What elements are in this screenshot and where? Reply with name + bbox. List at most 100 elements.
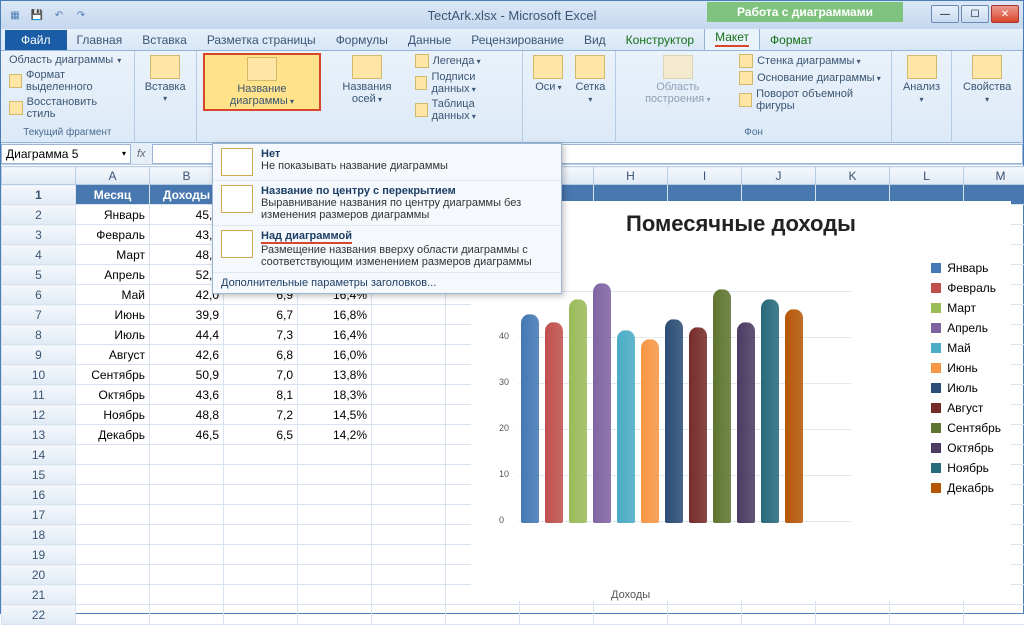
chart-title-icon <box>247 57 277 81</box>
data-table-button[interactable]: Таблица данных <box>413 97 517 123</box>
gridlines-icon <box>575 55 605 79</box>
tab-layout[interactable]: Макет <box>704 26 760 50</box>
floor-icon <box>739 71 753 85</box>
group-label-selection: Текущий фрагмент <box>7 127 128 141</box>
tab-review[interactable]: Рецензирование <box>461 30 574 50</box>
data-labels-button[interactable]: Подписи данных <box>413 70 517 96</box>
analysis-icon <box>907 55 937 79</box>
col-header[interactable]: I <box>668 167 742 185</box>
axis-titles-button[interactable]: Названия осей <box>325 53 408 107</box>
col-header[interactable]: K <box>816 167 890 185</box>
bar-3[interactable] <box>593 283 611 523</box>
wall-icon <box>739 54 753 68</box>
undo-icon[interactable]: ↶ <box>51 7 67 23</box>
none-icon <box>221 148 253 176</box>
data-labels-icon <box>415 76 428 90</box>
tab-formulas[interactable]: Формулы <box>326 30 398 50</box>
dd-more-options[interactable]: Дополнительные параметры заголовков... <box>213 273 561 293</box>
x-axis-label: Доходы <box>611 589 650 601</box>
bar-10[interactable] <box>761 299 779 523</box>
col-header[interactable]: L <box>890 167 964 185</box>
legend-item[interactable]: Декабрь <box>931 481 1001 495</box>
group-label-background: Фон <box>622 127 884 141</box>
legend-item[interactable]: Апрель <box>931 321 1001 335</box>
redo-icon[interactable]: ↷ <box>73 7 89 23</box>
dd-option-centered[interactable]: Название по центру с перекрытиемВыравнив… <box>213 181 561 226</box>
titlebar: ▦ 💾 ↶ ↷ TectArk.xlsx - Microsoft Excel Р… <box>1 1 1023 29</box>
legend-item[interactable]: Сентябрь <box>931 421 1001 435</box>
bar-6[interactable] <box>665 319 683 523</box>
col-header[interactable]: A <box>76 167 150 185</box>
chart-legend[interactable]: Январь Февраль Март Апрель Май Июнь Июль Август… <box>931 261 1001 495</box>
legend-item[interactable]: Июль <box>931 381 1001 395</box>
legend-item[interactable]: Февраль <box>931 281 1001 295</box>
gridlines-button[interactable]: Сетка <box>571 53 609 107</box>
maximize-button[interactable]: ☐ <box>961 5 989 23</box>
tab-file[interactable]: Файл <box>5 30 67 50</box>
ribbon-tabs: Файл Главная Вставка Разметка страницы Ф… <box>1 29 1023 51</box>
legend-button[interactable]: Легенда <box>413 53 517 69</box>
chart-title-button[interactable]: Название диаграммы <box>203 53 322 111</box>
minimize-button[interactable]: — <box>931 5 959 23</box>
col-header[interactable]: J <box>742 167 816 185</box>
window-title: TectArk.xlsx - Microsoft Excel <box>427 8 596 23</box>
tab-insert[interactable]: Вставка <box>132 30 197 50</box>
plot-area-icon <box>663 55 693 79</box>
col-header[interactable]: H <box>594 167 668 185</box>
save-icon[interactable]: 💾 <box>29 7 45 23</box>
dd-option-above[interactable]: Над диаграммойРазмещение названия вверху… <box>213 226 561 273</box>
bar-9[interactable] <box>737 322 755 523</box>
tab-design[interactable]: Конструктор <box>616 30 704 50</box>
insert-button[interactable]: Вставка▾ <box>141 53 190 106</box>
format-selection[interactable]: Формат выделенного <box>7 68 128 94</box>
properties-icon <box>972 55 1002 79</box>
axes-button[interactable]: Оси <box>529 53 567 95</box>
chart-wall-button[interactable]: Стенка диаграммы <box>737 53 885 69</box>
bar-7[interactable] <box>689 327 707 523</box>
above-icon <box>221 230 253 258</box>
name-box[interactable]: Диаграмма 5▾ <box>1 144 131 164</box>
analysis-button[interactable]: Анализ <box>898 53 945 107</box>
chart-title-dropdown: НетНе показывать название диаграммы Назв… <box>212 143 562 294</box>
dd-option-none[interactable]: НетНе показывать название диаграммы <box>213 144 561 181</box>
legend-item[interactable]: Май <box>931 341 1001 355</box>
centered-icon <box>221 185 253 213</box>
properties-button[interactable]: Свойства <box>958 53 1016 107</box>
data-table-icon <box>415 103 428 117</box>
legend-item[interactable]: Март <box>931 301 1001 315</box>
bar-11[interactable] <box>785 309 803 523</box>
excel-icon: ▦ <box>7 7 23 23</box>
legend-item[interactable]: Июнь <box>931 361 1001 375</box>
bar-2[interactable] <box>569 299 587 523</box>
close-button[interactable]: ✕ <box>991 5 1019 23</box>
bar-1[interactable] <box>545 322 563 523</box>
plot-area-button: Область построения <box>622 53 733 107</box>
tab-page[interactable]: Разметка страницы <box>197 30 326 50</box>
rotation-3d-button[interactable]: Поворот объемной фигуры <box>737 87 885 113</box>
col-header[interactable]: M <box>964 167 1024 185</box>
chart-tools-header: Работа с диаграммами <box>707 2 903 22</box>
rotation-icon <box>739 93 752 107</box>
tab-format[interactable]: Формат <box>760 30 823 50</box>
bar-0[interactable] <box>521 314 539 523</box>
bar-5[interactable] <box>641 339 659 523</box>
tab-data[interactable]: Данные <box>398 30 461 50</box>
ribbon: Область диаграммы▾ Формат выделенного Во… <box>1 51 1023 143</box>
legend-item[interactable]: Ноябрь <box>931 461 1001 475</box>
bar-4[interactable] <box>617 330 635 523</box>
bar-8[interactable] <box>713 289 731 523</box>
legend-item[interactable]: Август <box>931 401 1001 415</box>
axes-icon <box>533 55 563 79</box>
fx-label[interactable]: fx <box>131 148 152 160</box>
legend-item[interactable]: Октябрь <box>931 441 1001 455</box>
plot-area: 01020304050 <box>501 291 851 541</box>
tab-view[interactable]: Вид <box>574 30 616 50</box>
reset-style[interactable]: Восстановить стиль <box>7 95 128 121</box>
chart-area-select[interactable]: Область диаграммы▾ <box>7 53 128 67</box>
legend-icon <box>415 54 429 68</box>
legend-item[interactable]: Январь <box>931 261 1001 275</box>
chart-floor-button[interactable]: Основание диаграммы <box>737 70 885 86</box>
tab-home[interactable]: Главная <box>67 30 133 50</box>
axis-titles-icon <box>352 55 382 79</box>
picture-icon <box>150 55 180 79</box>
